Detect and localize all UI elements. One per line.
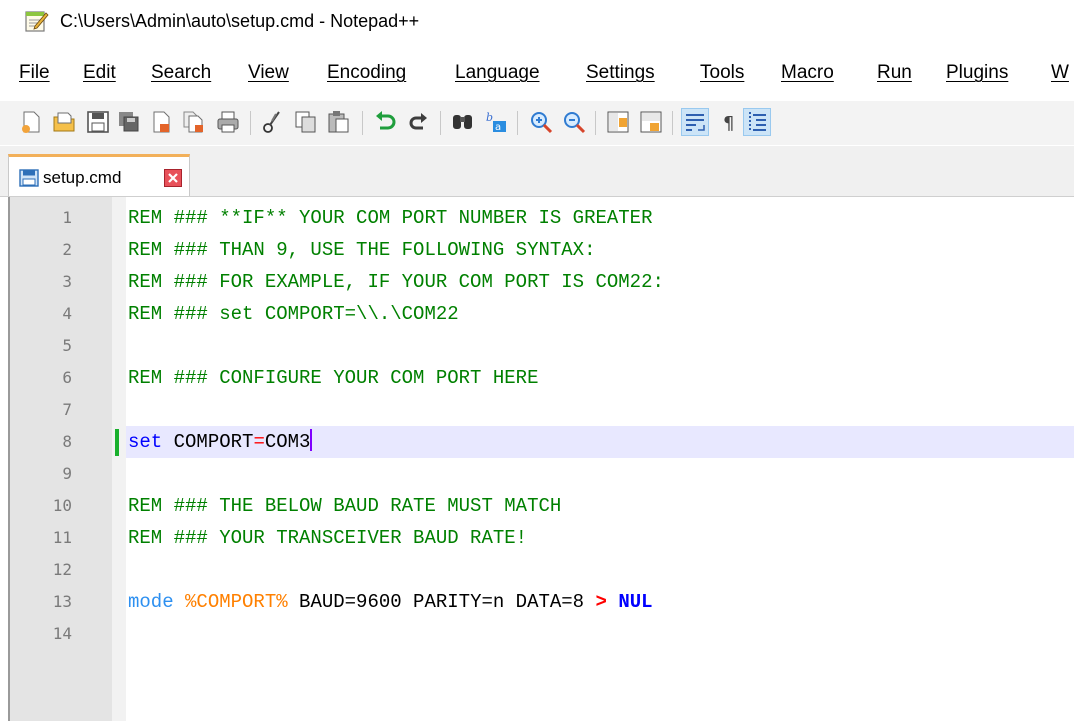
paste-icon[interactable] — [326, 109, 352, 135]
nul-device: NUL — [618, 591, 653, 613]
line-number: 10 — [52, 496, 72, 515]
editor-area[interactable]: 1 2 3 4 5 6 7 8 9 10 11 12 13 14 REM ###… — [0, 197, 1074, 721]
line-number: 13 — [52, 592, 72, 611]
zoom-in-icon[interactable] — [528, 109, 554, 135]
word-wrap-icon[interactable] — [681, 108, 709, 136]
toolbar-separator — [440, 111, 441, 135]
toolbar-separator — [517, 111, 518, 135]
keyword-set: set — [128, 431, 163, 453]
code-line: REM ### set COMPORT=\\.\COM22 — [128, 303, 459, 325]
title-bar: C:\Users\Admin\auto\setup.cmd - Notepad+… — [0, 0, 1074, 56]
code-line: REM ### YOUR TRANSCEIVER BAUD RATE! — [128, 527, 528, 549]
toolbar-separator — [595, 111, 596, 135]
toolbar-separator — [250, 111, 251, 135]
menu-plugins[interactable]: Plugins — [946, 62, 1008, 84]
tab-bar: setup.cmd — [0, 146, 1074, 197]
code-line: REM ### FOR EXAMPLE, IF YOUR COM PORT IS… — [128, 271, 664, 293]
code-line: REM ### **IF** YOUR COM PORT NUMBER IS G… — [128, 207, 653, 229]
new-file-icon[interactable] — [18, 109, 44, 135]
menu-tools[interactable]: Tools — [700, 62, 744, 84]
line-number: 1 — [62, 208, 72, 227]
keyword-mode: mode — [128, 591, 174, 613]
toolbar: ba ¶ — [0, 101, 1074, 145]
find-icon[interactable] — [450, 109, 476, 135]
text-caret — [310, 429, 313, 451]
save-icon[interactable] — [85, 109, 111, 135]
svg-text:¶: ¶ — [723, 113, 734, 134]
change-history-marker — [115, 429, 119, 456]
close-icon[interactable] — [164, 169, 182, 187]
code-line: REM ### THAN 9, USE THE FOLLOWING SYNTAX… — [128, 239, 596, 261]
menu-bar: File Edit Search View Encoding Language … — [0, 62, 1074, 92]
tab-setup-cmd[interactable]: setup.cmd — [8, 154, 190, 196]
notepad-app-icon — [25, 11, 49, 32]
line-number: 9 — [62, 464, 72, 483]
svg-text:b: b — [486, 111, 493, 124]
saved-file-icon — [19, 169, 39, 187]
menu-file[interactable]: File — [19, 62, 50, 84]
zoom-out-icon[interactable] — [561, 109, 587, 135]
indent-guide-icon[interactable] — [743, 108, 771, 136]
show-all-characters-icon[interactable]: ¶ — [716, 109, 742, 135]
menu-settings[interactable]: Settings — [586, 62, 655, 84]
redirect-operator: > — [595, 591, 607, 613]
code-line: REM ### CONFIGURE YOUR COM PORT HERE — [128, 367, 539, 389]
line-number: 12 — [52, 560, 72, 579]
variable-reference: %COMPORT% — [185, 591, 288, 613]
print-icon[interactable] — [215, 109, 241, 135]
menu-macro[interactable]: Macro — [781, 62, 834, 84]
line-number: 7 — [62, 400, 72, 419]
sync-horizontal-icon[interactable] — [638, 109, 664, 135]
open-file-icon[interactable] — [52, 109, 78, 135]
line-number: 3 — [62, 272, 72, 291]
cut-icon[interactable] — [260, 109, 286, 135]
menu-search[interactable]: Search — [151, 62, 211, 84]
copy-icon[interactable] — [293, 109, 319, 135]
menu-run[interactable]: Run — [877, 62, 912, 84]
variable-name: COMPORT — [162, 431, 254, 453]
window-title: C:\Users\Admin\auto\setup.cmd - Notepad+… — [60, 11, 420, 31]
line-number: 8 — [62, 432, 72, 451]
replace-icon[interactable]: ba — [483, 109, 509, 135]
menu-view[interactable]: View — [248, 62, 289, 84]
command-arguments: BAUD=9600 PARITY=n DATA=8 — [287, 591, 596, 613]
line-number: 4 — [62, 304, 72, 323]
toolbar-separator — [362, 111, 363, 135]
undo-icon[interactable] — [372, 109, 398, 135]
tab-label: setup.cmd — [43, 168, 122, 187]
menu-window[interactable]: W — [1051, 62, 1069, 84]
redo-icon[interactable] — [405, 109, 431, 135]
save-all-icon[interactable] — [116, 109, 142, 135]
line-number: 5 — [62, 336, 72, 355]
line-number: 11 — [52, 528, 72, 547]
line-number: 2 — [62, 240, 72, 259]
fold-margin[interactable] — [112, 197, 126, 721]
toolbar-separator — [672, 111, 673, 135]
close-icon[interactable] — [148, 109, 174, 135]
menu-edit[interactable]: Edit — [83, 62, 116, 84]
sync-vertical-icon[interactable] — [605, 109, 631, 135]
equals-operator: = — [253, 431, 265, 453]
line-number: 14 — [52, 624, 72, 643]
menu-language[interactable]: Language — [455, 62, 540, 84]
line-number: 6 — [62, 368, 72, 387]
code-line: mode %COMPORT% BAUD=9600 PARITY=n DATA=8… — [128, 586, 653, 618]
svg-text:a: a — [495, 122, 501, 133]
code-line-current: set COMPORT=COM3 — [128, 426, 313, 458]
menu-encoding[interactable]: Encoding — [327, 62, 406, 84]
code-line: REM ### THE BELOW BAUD RATE MUST MATCH — [128, 495, 562, 517]
variable-value: COM3 — [264, 431, 311, 453]
close-all-icon[interactable] — [181, 109, 207, 135]
